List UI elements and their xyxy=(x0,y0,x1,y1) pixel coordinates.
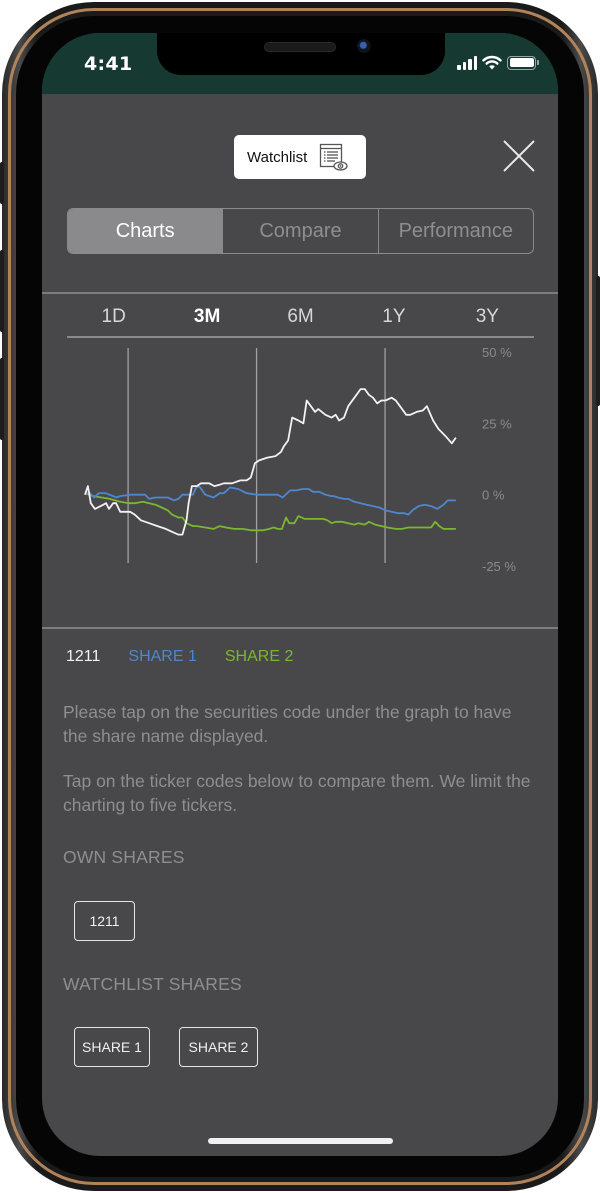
info-paragraph-2: Tap on the ticker codes below to compare… xyxy=(63,771,531,815)
own-shares-title: OWN SHARES xyxy=(63,847,185,867)
signal-icon xyxy=(457,55,477,70)
notch xyxy=(157,33,445,75)
legend-item-share-2[interactable]: SHARE 2 xyxy=(225,648,293,666)
front-camera xyxy=(357,39,371,53)
range-1y[interactable]: 1Y xyxy=(347,299,440,335)
battery-icon xyxy=(507,55,539,70)
mute-switch xyxy=(0,162,4,204)
range-1d[interactable]: 1D xyxy=(67,299,160,335)
series-line-share-1 xyxy=(85,485,456,516)
tab-compare[interactable]: Compare xyxy=(222,209,377,253)
watchlist-eye-icon xyxy=(320,143,348,171)
tab-charts[interactable]: Charts xyxy=(68,209,223,253)
ticker-button-share-2[interactable]: SHARE 2 xyxy=(179,1027,258,1067)
volume-down-button xyxy=(0,358,4,440)
speaker xyxy=(264,42,336,52)
y-tick-label: 0 % xyxy=(482,488,505,503)
chart-top-divider xyxy=(42,292,558,294)
ticker-button-share-1[interactable]: SHARE 1 xyxy=(74,1027,150,1067)
home-indicator[interactable] xyxy=(208,1138,393,1144)
chart-legend: 1211 SHARE 1 SHARE 2 xyxy=(66,648,293,666)
y-tick-label: -25 % xyxy=(482,559,516,574)
range-selector: 1D 3M 6M 1Y 3Y xyxy=(67,299,534,335)
watchlist-button[interactable]: Watchlist xyxy=(234,135,366,179)
legend-item-share-1[interactable]: SHARE 1 xyxy=(128,648,196,666)
range-3m[interactable]: 3M xyxy=(160,299,253,335)
view-tabs: Charts Compare Performance xyxy=(67,208,534,254)
power-button xyxy=(596,276,600,406)
y-tick-label: 25 % xyxy=(482,416,512,431)
volume-up-button xyxy=(0,250,4,332)
status-icons xyxy=(457,55,539,70)
close-icon[interactable] xyxy=(500,137,538,175)
status-time: 4:41 xyxy=(84,53,133,75)
wifi-icon xyxy=(482,55,502,70)
info-paragraph-1: Please tap on the securities code under … xyxy=(63,702,512,746)
legend-item-1211[interactable]: 1211 xyxy=(66,648,100,666)
range-3y[interactable]: 3Y xyxy=(441,299,534,335)
performance-chart[interactable]: 50 %25 %0 %-25 % 1 July1 August1 Septemb… xyxy=(42,338,558,608)
range-6m[interactable]: 6M xyxy=(254,299,347,335)
chart-bottom-divider xyxy=(42,627,558,629)
watchlist-shares-title: WATCHLIST SHARES xyxy=(63,974,242,994)
y-tick-label: 50 % xyxy=(482,345,512,360)
watchlist-button-label: Watchlist xyxy=(247,148,308,166)
ticker-button-1211[interactable]: 1211 xyxy=(74,901,135,941)
series-line-share-2 xyxy=(84,492,456,532)
app-screen: 4:41 Watchlist Charts Compare Performanc… xyxy=(42,33,558,1156)
tab-performance[interactable]: Performance xyxy=(377,209,533,253)
